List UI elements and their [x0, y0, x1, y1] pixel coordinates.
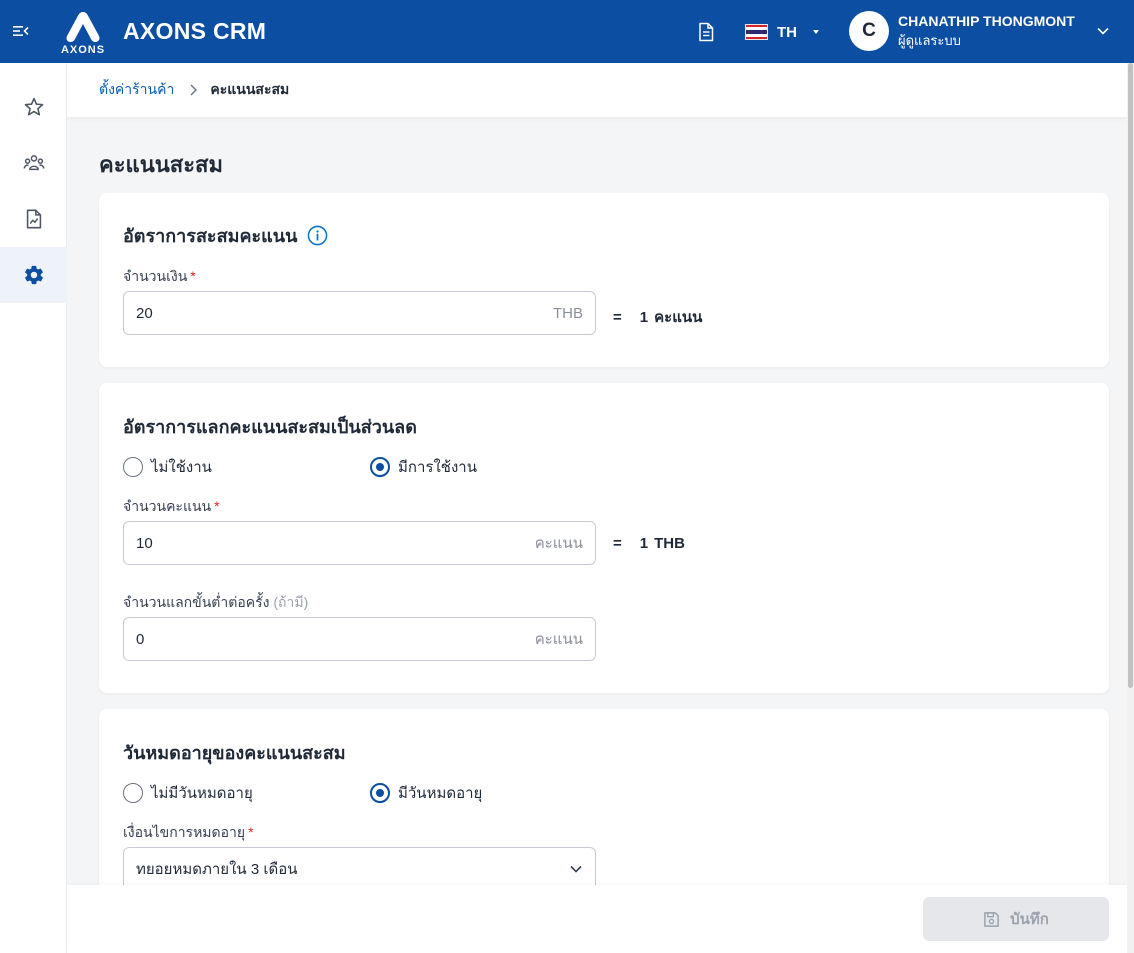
top-bar: AXONS AXONS CRM TH C CHANATHIP THONGMONT… — [0, 0, 1134, 63]
required-mark: * — [248, 824, 254, 840]
language-code: TH — [777, 23, 797, 41]
points-suffix: คะแนน — [534, 535, 583, 552]
redeem-rate-result: = 1 THB — [613, 535, 685, 552]
amount-label: จำนวนเงิน * — [123, 266, 196, 288]
save-icon — [984, 911, 999, 927]
required-mark: * — [214, 498, 220, 514]
earn-rate-title: อัตราการสะสมคะแนน — [123, 221, 328, 250]
star-icon — [24, 97, 43, 116]
radio-label: มีการใช้งาน — [398, 459, 477, 476]
breadcrumb-link-store-settings[interactable]: ตั้งค่าร้านค้า — [99, 79, 174, 101]
scrollbar-thumb[interactable] — [1128, 63, 1133, 688]
radio-label: ไม่ใช้งาน — [151, 459, 212, 476]
equals-sign: = — [613, 535, 622, 552]
user-name: CHANATHIP THONGMONT — [898, 13, 1075, 29]
caret-down-icon — [813, 30, 819, 34]
radio-circle — [370, 783, 390, 803]
save-button[interactable]: บันทึก — [923, 897, 1109, 941]
points-value: 10 — [136, 534, 153, 552]
radio-no-expiry[interactable]: ไม่มีวันหมดอายุ — [123, 781, 253, 805]
amount-label-text: จำนวนเงิน — [123, 268, 188, 284]
redeem-rate-title: อัตราการแลกคะแนนสะสมเป็นส่วนลด — [123, 417, 417, 437]
avatar: C — [849, 11, 889, 51]
axons-logo: AXONS — [57, 9, 109, 56]
min-redeem-suffix: คะแนน — [534, 631, 583, 648]
points-input[interactable]: 10 คะแนน — [123, 521, 596, 565]
points-label-text: จำนวนคะแนน — [123, 498, 212, 514]
user-menu[interactable]: C CHANATHIP THONGMONT ผู้ดูแลระบบ — [849, 11, 1075, 51]
save-label: บันทึก — [1010, 911, 1049, 928]
footer-bar: บันทึก — [67, 885, 1127, 953]
expiry-condition-value: ทยอยหมดภายใน 3 เดือน — [136, 861, 298, 878]
equals-sign: = — [613, 309, 622, 326]
thailand-flag-icon — [745, 24, 768, 40]
user-role: ผู้ดูแลระบบ — [898, 33, 961, 48]
result-number: 1 — [639, 309, 649, 326]
radio-label: ไม่มีวันหมดอายุ — [151, 785, 253, 802]
expiry-condition-label-text: เงื่อนไขการหมดอายุ — [123, 824, 246, 840]
amount-suffix: THB — [553, 304, 583, 322]
report-icon — [26, 209, 41, 229]
app-title: AXONS CRM — [123, 18, 267, 44]
required-mark: * — [190, 268, 196, 284]
breadcrumb: ตั้งค่าร้านค้า คะแนนสะสม — [67, 63, 1127, 117]
gear-icon — [24, 265, 43, 285]
min-redeem-label-text: จำนวนแลกขั้นต่ำต่อครั้ง — [123, 594, 270, 610]
chevron-down-icon — [570, 865, 582, 873]
users-icon — [23, 155, 44, 171]
points-label: จำนวนคะแนน * — [123, 496, 220, 518]
result-unit: คะแนน — [654, 309, 703, 326]
expiry-condition-label: เงื่อนไขการหมดอายุ * — [123, 822, 254, 844]
radio-redeem-enabled[interactable]: มีการใช้งาน — [370, 455, 477, 479]
redeem-rate-card: อัตราการแลกคะแนนสะสมเป็นส่วนลด ไม่ใช้งาน… — [99, 383, 1109, 693]
document-icon[interactable] — [697, 22, 715, 42]
optional-tag: (ถ้ามี) — [273, 594, 309, 610]
sidebar-item-customers[interactable] — [0, 135, 67, 191]
expiry-title: วันหมดอายุของคะแนนสะสม — [123, 743, 346, 763]
sidebar-item-reports[interactable] — [0, 191, 67, 247]
language-selector[interactable]: TH — [745, 20, 819, 44]
min-redeem-value: 0 — [136, 630, 145, 648]
chevron-right-icon — [190, 84, 198, 96]
radio-circle — [370, 457, 390, 477]
menu-collapse-icon[interactable] — [12, 22, 30, 40]
radio-label: มีวันหมดอายุ — [398, 785, 483, 802]
sidebar-item-settings[interactable] — [0, 247, 67, 303]
chevron-down-icon[interactable] — [1096, 24, 1110, 38]
result-number: 1 — [639, 535, 649, 552]
result-unit: THB — [654, 535, 685, 552]
scrollbar[interactable] — [1127, 63, 1134, 953]
radio-redeem-disabled[interactable]: ไม่ใช้งาน — [123, 455, 212, 479]
radio-has-expiry[interactable]: มีวันหมดอายุ — [370, 781, 482, 805]
earn-rate-result: = 1 คะแนน — [613, 305, 702, 329]
page-title: คะแนนสะสม — [99, 152, 223, 177]
min-redeem-label: จำนวนแลกขั้นต่ำต่อครั้ง (ถ้ามี) — [123, 592, 308, 614]
amount-input[interactable]: 20 THB — [123, 291, 596, 335]
info-icon[interactable] — [307, 225, 328, 246]
radio-circle — [123, 457, 143, 477]
sidebar — [0, 63, 67, 953]
amount-value: 20 — [136, 304, 153, 322]
breadcrumb-current: คะแนนสะสม — [210, 81, 290, 97]
earn-rate-title-text: อัตราการสะสมคะแนน — [123, 226, 298, 246]
sidebar-item-favorites[interactable] — [0, 79, 67, 135]
radio-circle — [123, 783, 143, 803]
logo-text: AXONS — [61, 44, 105, 55]
earn-rate-card: อัตราการสะสมคะแนน จำนวนเงิน * 20 THB = 1 คะ… — [99, 193, 1109, 367]
expiry-card: วันหมดอายุของคะแนนสะสม ไม่มีวันหมดอายุ ม… — [99, 709, 1109, 909]
min-redeem-input[interactable]: 0 คะแนน — [123, 617, 596, 661]
